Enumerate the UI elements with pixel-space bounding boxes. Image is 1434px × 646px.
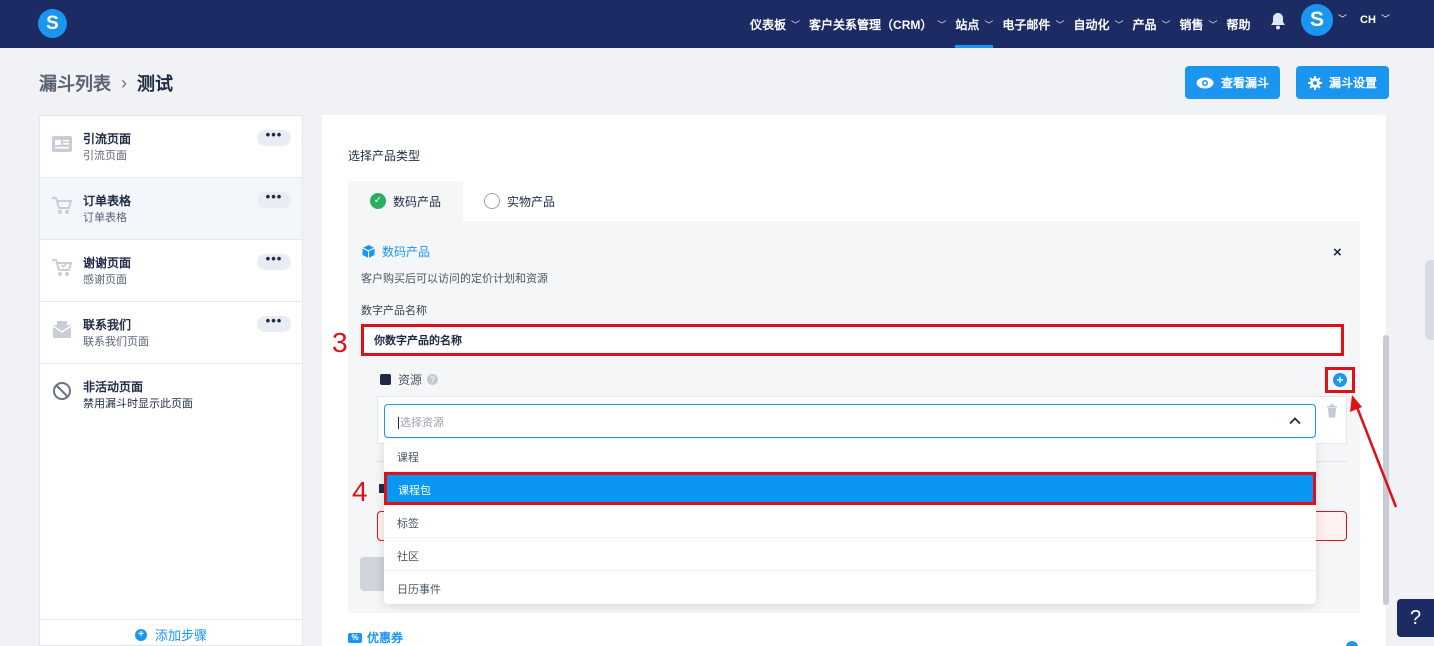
tab-digital-product[interactable]: ✓ 数码产品 — [348, 181, 463, 221]
more-options-button[interactable]: ••• — [257, 314, 291, 332]
radio-button[interactable] — [484, 193, 500, 209]
plus-circle-icon: + — [1333, 373, 1347, 387]
help-button[interactable]: ? — [1397, 599, 1434, 637]
step-subtitle: 联系我们页面 — [83, 336, 149, 348]
step-title: 订单表格 — [83, 194, 132, 208]
plus-circle-icon: + — [134, 628, 147, 641]
step-contact-us[interactable]: 联系我们 联系我们页面 ••• — [40, 302, 302, 364]
chevron-down-icon: ﹀ — [984, 19, 994, 30]
cart-check-icon — [52, 259, 73, 276]
dropdown-option-calendar-event[interactable]: 日历事件 — [384, 571, 1316, 604]
annotation-arrow — [1350, 395, 1398, 508]
cart-icon — [52, 197, 73, 214]
more-options-button[interactable]: ••• — [257, 252, 291, 270]
card-title: 数码产品 — [361, 243, 430, 260]
step-subtitle: 引流页面 — [83, 150, 127, 162]
breadcrumb-funnel-list[interactable]: 漏斗列表 — [39, 70, 111, 96]
chevron-down-icon: ﹀ — [791, 19, 801, 30]
bell-icon[interactable] — [1270, 12, 1286, 30]
step-inactive-page[interactable]: 非活动页面 禁用漏斗时显示此页面 — [40, 364, 302, 426]
step-thank-you-page[interactable]: 谢谢页面 感谢页面 ••• — [40, 240, 302, 302]
annotation-step-4: 4 — [352, 476, 368, 507]
language-selector[interactable]: CH — [1360, 0, 1376, 40]
nav-item-products[interactable]: 产品 ﹀ — [1132, 0, 1170, 48]
resource-select[interactable]: 选择资源 — [384, 404, 1316, 438]
chevron-down-icon: ﹀ — [1161, 19, 1171, 30]
nav-item-help[interactable]: 帮助 — [1227, 0, 1251, 48]
step-subtitle: 感谢页面 — [83, 274, 127, 286]
funnel-settings-button[interactable]: 漏斗设置 — [1296, 66, 1389, 99]
app-logo[interactable]: S — [38, 9, 67, 38]
more-options-button[interactable]: ••• — [257, 190, 291, 208]
card-description: 客户购买后可以访问的定价计划和资源 — [361, 273, 548, 285]
funnel-steps-sidebar: 引流页面 引流页面 ••• 订单表格 订单表格 ••• 谢谢页面 感谢页面 ••… — [39, 115, 303, 646]
top-navbar: S 仪表板 ﹀ 客户关系管理（CRM） ﹀ 站点 ﹀ 电子邮件 ﹀ 自动化 ﹀ 产品 ﹀ 销… — [0, 0, 1434, 48]
product-type-label: 选择产品类型 — [348, 149, 421, 163]
dropdown-option-community[interactable]: 社区 — [384, 538, 1316, 571]
step-title: 非活动页面 — [83, 380, 144, 394]
chevron-up-icon — [1289, 417, 1301, 425]
nav-item-automation[interactable]: 自动化 ﹀ — [1073, 0, 1123, 48]
step-title: 引流页面 — [83, 132, 132, 146]
nav-item-crm[interactable]: 客户关系管理（CRM） ﹀ — [809, 0, 946, 48]
nav-item-dashboard[interactable]: 仪表板 ﹀ — [750, 0, 800, 48]
chevron-down-icon: ﹀ — [1114, 19, 1124, 30]
chevron-down-icon[interactable]: ﹀ — [1338, 12, 1347, 25]
resources-icon — [380, 374, 391, 385]
coupon-icon: % — [348, 632, 362, 643]
close-icon[interactable]: × — [1333, 244, 1342, 261]
help-icon[interactable]: ? — [427, 374, 439, 385]
add-resource-button[interactable]: + — [1325, 367, 1355, 393]
more-options-button[interactable]: ••• — [257, 128, 291, 146]
dropdown-option-tag[interactable]: 标签 — [384, 505, 1316, 538]
user-avatar[interactable]: S — [1301, 4, 1333, 36]
nav-item-sites[interactable]: 站点 ﹀ — [955, 0, 994, 48]
dropdown-option-course-bundle[interactable]: 课程包 — [384, 472, 1316, 505]
page-title: 测试 — [137, 74, 173, 94]
coupon-section[interactable]: % 优惠券 — [348, 629, 403, 646]
step-subtitle: 订单表格 — [83, 212, 127, 224]
step-landing-page[interactable]: 引流页面 引流页面 ••• — [40, 116, 302, 178]
eye-icon — [1196, 77, 1214, 88]
breadcrumb-separator: › — [121, 72, 127, 93]
box-icon — [362, 245, 375, 258]
step-title: 谢谢页面 — [83, 256, 132, 270]
text-cursor — [398, 417, 399, 430]
step-title: 联系我们 — [83, 318, 132, 332]
side-panel-handle[interactable] — [1425, 260, 1434, 340]
chevron-down-icon: ﹀ — [937, 19, 947, 30]
nav-item-sales[interactable]: 销售 ﹀ — [1180, 0, 1218, 48]
step-order-form[interactable]: 订单表格 订单表格 ••• — [40, 178, 302, 240]
nav-menu: 仪表板 ﹀ 客户关系管理（CRM） ﹀ 站点 ﹀ 电子邮件 ﹀ 自动化 ﹀ 产品 ﹀ 销售 ﹀… — [750, 0, 1260, 48]
step-subtitle: 禁用漏斗时显示此页面 — [83, 398, 193, 410]
chevron-down-icon: ﹀ — [1055, 19, 1065, 30]
chevron-down-icon: ﹀ — [1208, 19, 1218, 30]
resources-label: 资源 ? — [380, 371, 439, 388]
chevron-down-icon[interactable]: ﹀ — [1381, 12, 1390, 25]
view-funnel-button[interactable]: 查看漏斗 — [1185, 66, 1280, 99]
gear-icon — [1307, 75, 1322, 90]
check-circle-icon: ✓ — [370, 193, 386, 209]
landing-page-icon — [52, 136, 72, 152]
nav-item-email[interactable]: 电子邮件 ﹀ — [1002, 0, 1064, 48]
product-name-input[interactable]: 你数字产品的名称 — [361, 324, 1344, 356]
tab-physical-product[interactable]: 实物产品 — [484, 181, 555, 221]
dropdown-option-course[interactable]: 课程 — [384, 439, 1316, 472]
mail-icon — [52, 321, 72, 338]
trash-icon[interactable] — [1326, 404, 1338, 418]
product-name-label: 数字产品名称 — [361, 305, 427, 317]
ban-icon — [53, 382, 71, 400]
resource-dropdown: 课程 课程包 标签 社区 日历事件 — [384, 439, 1316, 604]
add-step-button[interactable]: + 添加步骤 — [40, 619, 302, 646]
info-icon[interactable] — [1346, 641, 1358, 646]
annotation-step-3: 3 — [332, 327, 348, 358]
breadcrumb: 漏斗列表 › 测试 — [39, 70, 173, 96]
